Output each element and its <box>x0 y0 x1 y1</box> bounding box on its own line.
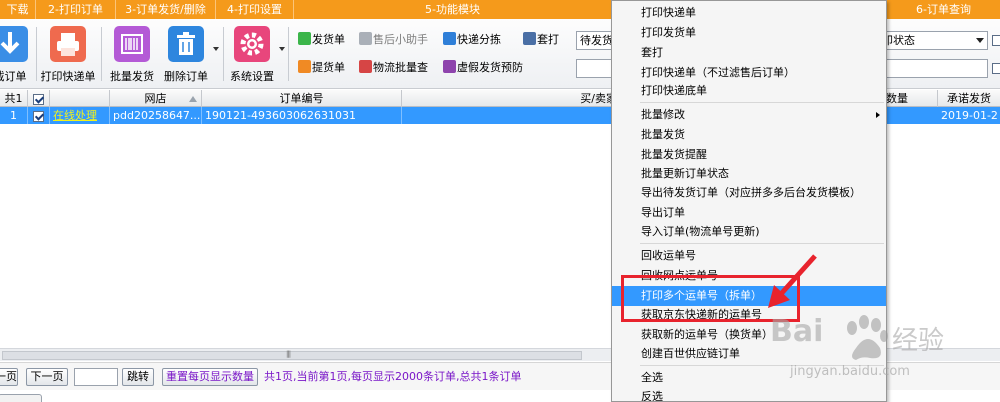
download-icon <box>0 26 28 62</box>
module-tab-order-query[interactable]: 6-订单查询 <box>887 0 1000 19</box>
delivery-note-icon <box>298 32 311 45</box>
jump-button[interactable]: 跳转 <box>122 368 154 386</box>
menu-batch-modify[interactable]: 批量修改 <box>612 105 886 125</box>
pager-info: 共1页,当前第1页,每页显示2000条订单,总共1条订单 <box>264 370 522 383</box>
toolbar-separator <box>288 27 289 81</box>
header-select-all[interactable] <box>28 90 50 107</box>
after-sales-helper-button[interactable]: 售后小助手 <box>359 31 428 49</box>
sort-asc-icon <box>189 96 197 102</box>
header-promise-ship[interactable]: 承诺发货 <box>938 90 1000 107</box>
watermark-brand: Bai <box>770 314 824 349</box>
query-checkbox-2[interactable] <box>992 61 1000 74</box>
logistics-truck-icon <box>359 60 372 73</box>
baidu-watermark: Bai 经验 jingyan.baidu.com <box>760 308 1000 402</box>
trash-icon <box>168 26 204 62</box>
menu-print-express-copy[interactable]: 打印快递底单 <box>612 81 886 101</box>
toolbar-text-input[interactable] <box>576 59 616 78</box>
menu-batch-update-status[interactable]: 批量更新订单状态 <box>612 164 886 184</box>
pickup-note-button[interactable]: 提货单 <box>298 59 345 77</box>
chevron-down-icon <box>976 38 984 43</box>
batch-ship-button[interactable]: 批量发货 <box>106 24 158 86</box>
print-status-select[interactable]: 印状态 <box>878 31 988 50</box>
menu-recycle-waybill[interactable]: 回收运单号 <box>612 246 886 266</box>
menu-batch-ship[interactable]: 批量发货 <box>612 125 886 145</box>
pickup-note-icon <box>298 60 311 73</box>
menu-print-express-no-filter[interactable]: 打印快递单（不过滤售后订单） <box>612 63 886 83</box>
module-tab-functions[interactable]: 5-功能模块 <box>294 0 612 19</box>
prev-page-button[interactable]: 一页 <box>0 368 18 386</box>
menu-batch-ship-reminder[interactable]: 批量发货提醒 <box>612 145 886 165</box>
printer-icon <box>50 26 86 62</box>
watermark-brand-suffix: 经验 <box>892 326 945 356</box>
order-status-select[interactable]: 待发货 <box>576 31 616 50</box>
row-index: 1 <box>0 107 28 124</box>
settings-dropdown-arrow-icon[interactable] <box>279 47 285 51</box>
module-tab-download[interactable]: 下载 <box>0 0 36 19</box>
overlay-print-icon <box>523 32 536 45</box>
annotation-arrow-icon <box>768 254 817 308</box>
row-online-process-link[interactable]: 在线处理 <box>50 107 110 124</box>
row-shop: pdd20258647... <box>110 107 202 124</box>
menu-print-express[interactable]: 打印快递单 <box>612 3 886 23</box>
header-status[interactable] <box>50 90 110 107</box>
fake-shipping-prevention-button[interactable]: 虚假发货预防 <box>443 59 523 77</box>
shield-icon <box>443 60 456 73</box>
barcode-icon <box>114 26 150 62</box>
submenu-arrow-icon <box>876 112 880 118</box>
menu-import-orders[interactable]: 导入订单(物流单号更新) <box>612 222 886 242</box>
header-shop[interactable]: 网店 <box>110 90 202 107</box>
watermark-url: jingyan.baidu.com <box>790 364 910 379</box>
query-text-input[interactable] <box>878 59 988 78</box>
menu-export-orders[interactable]: 导出订单 <box>612 203 886 223</box>
header-buyer-seller[interactable]: 买/卖家 <box>402 90 622 107</box>
select-all-checkbox[interactable] <box>33 93 44 105</box>
reset-page-size-button[interactable]: 重置每页显示数量 <box>162 368 258 386</box>
page-number-input[interactable] <box>74 368 118 386</box>
module-tab-print-settings[interactable]: 4-打印设置 <box>216 0 294 19</box>
logistics-batch-query-button[interactable]: 物流批量查 <box>359 59 428 77</box>
scrollbar-thumb[interactable] <box>2 351 582 360</box>
menu-separator <box>640 243 884 244</box>
menu-export-pending-orders[interactable]: 导出待发货订单（对应拼多多后台发货模板） <box>612 183 886 203</box>
express-sort-icon <box>443 32 456 45</box>
module-tab-ship-delete[interactable]: 3-订单发货/删除 <box>116 0 216 19</box>
print-express-button[interactable]: 打印快递单 <box>38 24 98 86</box>
row-checkbox[interactable] <box>28 107 50 124</box>
system-settings-button[interactable]: 系统设置 <box>226 24 278 86</box>
header-count[interactable]: 共1 <box>0 90 28 107</box>
row-order-no: 190121-493603062631031 <box>202 107 402 124</box>
header-quantity[interactable]: 数量 <box>878 90 938 107</box>
bottom-button[interactable] <box>0 394 42 402</box>
download-orders-button[interactable]: 载订单 <box>0 24 34 86</box>
overlay-print-button[interactable]: 套打 <box>523 31 559 49</box>
menu-print-delivery-note[interactable]: 打印发货单 <box>612 23 886 43</box>
delivery-note-button[interactable]: 发货单 <box>298 31 345 49</box>
menu-overlay-print[interactable]: 套打 <box>612 43 886 63</box>
toolbar-separator <box>36 27 37 81</box>
scrollbar-grip-icon: ||| <box>286 350 291 358</box>
header-order-no[interactable]: 订单编号 <box>202 90 402 107</box>
gear-icon <box>234 26 270 62</box>
module-tab-print-orders[interactable]: 2-打印订单 <box>36 0 116 19</box>
toolbar-separator <box>101 27 102 81</box>
after-sales-icon <box>359 32 372 45</box>
toolbar-separator <box>223 27 224 81</box>
delete-orders-button[interactable]: 删除订单 <box>160 24 212 86</box>
express-sort-button[interactable]: 快递分拣 <box>443 31 501 49</box>
delete-dropdown-arrow-icon[interactable] <box>213 47 219 51</box>
next-page-button[interactable]: 下一页 <box>26 368 68 386</box>
menu-separator <box>640 102 884 103</box>
query-checkbox-1[interactable] <box>992 33 1000 46</box>
row-promise-ship: 2019-01-2 <box>941 109 998 122</box>
